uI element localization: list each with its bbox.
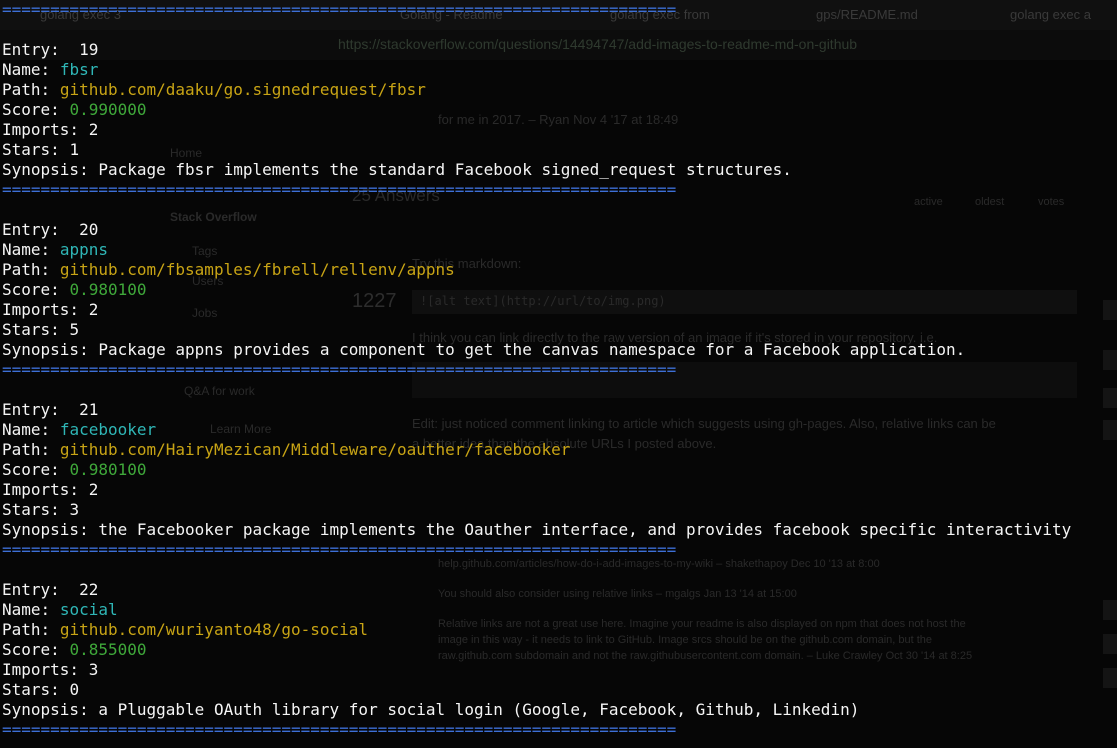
separator-line: ========================================… — [2, 540, 677, 559]
package-stars: 0 — [69, 680, 80, 699]
synopsis-line: Synopsis: a Pluggable OAuth library for … — [2, 700, 859, 720]
score-line: Score: 0.855000 — [2, 640, 147, 660]
package-score: 0.980100 — [69, 280, 147, 299]
package-name: appns — [59, 240, 108, 259]
score-label: Score: — [2, 100, 60, 119]
synopsis-line: Synopsis: Package appns provides a compo… — [2, 340, 965, 360]
entry-line: Entry: 21 — [2, 400, 98, 420]
score-line: Score: 0.990000 — [2, 100, 147, 120]
package-name: facebooker — [59, 420, 157, 439]
separator-line: ========================================… — [2, 360, 677, 379]
screen: golang exec 3 Golang - Readme golang exe… — [0, 0, 1117, 748]
package-score: 0.980100 — [69, 460, 147, 479]
entry-line: Entry: 22 — [2, 580, 98, 600]
synopsis-label: Synopsis: — [2, 520, 89, 539]
imports-label: Imports: — [2, 120, 80, 139]
score-label: Score: — [2, 280, 60, 299]
imports-line: Imports: 2 — [2, 480, 98, 500]
imports-line: Imports: 2 — [2, 120, 98, 140]
package-imports: 2 — [88, 480, 99, 499]
entry-number: 22 — [69, 580, 99, 599]
name-label: Name: — [2, 60, 51, 79]
package-path: github.com/daaku/go.signedrequest/fbsr — [59, 80, 426, 99]
imports-line: Imports: 3 — [2, 660, 98, 680]
entry-number: 20 — [69, 220, 99, 239]
package-synopsis: Package appns provides a component to ge… — [98, 340, 966, 359]
package-synopsis: Package fbsr implements the standard Fac… — [98, 160, 792, 179]
name-label: Name: — [2, 420, 51, 439]
name-label: Name: — [2, 600, 51, 619]
package-synopsis: the Facebooker package implements the Oa… — [98, 520, 1072, 539]
name-label: Name: — [2, 240, 51, 259]
terminal-output[interactable]: ========================================… — [0, 0, 1117, 748]
stars-line: Stars: 1 — [2, 140, 79, 160]
package-imports: 2 — [88, 300, 99, 319]
score-label: Score: — [2, 640, 60, 659]
imports-label: Imports: — [2, 660, 80, 679]
entry-label: Entry: — [2, 40, 60, 59]
entry-number: 19 — [69, 40, 99, 59]
stars-label: Stars: — [2, 680, 60, 699]
score-label: Score: — [2, 460, 60, 479]
entry-label: Entry: — [2, 400, 60, 419]
package-name: fbsr — [59, 60, 99, 79]
name-line: Name: fbsr — [2, 60, 98, 80]
stars-label: Stars: — [2, 140, 60, 159]
path-line: Path: github.com/wuriyanto48/go-social — [2, 620, 368, 640]
path-label: Path: — [2, 260, 51, 279]
path-line: Path: github.com/daaku/go.signedrequest/… — [2, 80, 426, 100]
entry-number: 21 — [69, 400, 99, 419]
package-path: github.com/fbsamples/fbrell/rellenv/appn… — [59, 260, 455, 279]
score-line: Score: 0.980100 — [2, 280, 147, 300]
package-path: github.com/HairyMezican/Middleware/oauth… — [59, 440, 571, 459]
name-line: Name: social — [2, 600, 118, 620]
stars-line: Stars: 3 — [2, 500, 79, 520]
package-synopsis: a Pluggable OAuth library for social log… — [98, 700, 860, 719]
package-stars: 5 — [69, 320, 80, 339]
synopsis-line: Synopsis: the Facebooker package impleme… — [2, 520, 1071, 540]
path-label: Path: — [2, 80, 51, 99]
imports-label: Imports: — [2, 480, 80, 499]
entry-line: Entry: 19 — [2, 40, 98, 60]
name-line: Name: appns — [2, 240, 108, 260]
synopsis-label: Synopsis: — [2, 160, 89, 179]
synopsis-line: Synopsis: Package fbsr implements the st… — [2, 160, 792, 180]
path-line: Path: github.com/HairyMezican/Middleware… — [2, 440, 570, 460]
imports-line: Imports: 2 — [2, 300, 98, 320]
synopsis-label: Synopsis: — [2, 340, 89, 359]
separator-line: ========================================… — [2, 720, 677, 739]
stars-line: Stars: 0 — [2, 680, 79, 700]
entry-label: Entry: — [2, 220, 60, 239]
path-label: Path: — [2, 620, 51, 639]
path-label: Path: — [2, 440, 51, 459]
entry-line: Entry: 20 — [2, 220, 98, 240]
entry-label: Entry: — [2, 580, 60, 599]
package-imports: 2 — [88, 120, 99, 139]
package-stars: 1 — [69, 140, 80, 159]
stars-label: Stars: — [2, 500, 60, 519]
package-score: 0.990000 — [69, 100, 147, 119]
imports-label: Imports: — [2, 300, 80, 319]
score-line: Score: 0.980100 — [2, 460, 147, 480]
separator-line: ========================================… — [2, 180, 677, 199]
name-line: Name: facebooker — [2, 420, 156, 440]
package-path: github.com/wuriyanto48/go-social — [59, 620, 369, 639]
stars-line: Stars: 5 — [2, 320, 79, 340]
synopsis-label: Synopsis: — [2, 700, 89, 719]
package-name: social — [59, 600, 118, 619]
path-line: Path: github.com/fbsamples/fbrell/rellen… — [2, 260, 455, 280]
separator-line: ========================================… — [2, 0, 677, 19]
package-score: 0.855000 — [69, 640, 147, 659]
stars-label: Stars: — [2, 320, 60, 339]
package-imports: 3 — [88, 660, 99, 679]
package-stars: 3 — [69, 500, 80, 519]
